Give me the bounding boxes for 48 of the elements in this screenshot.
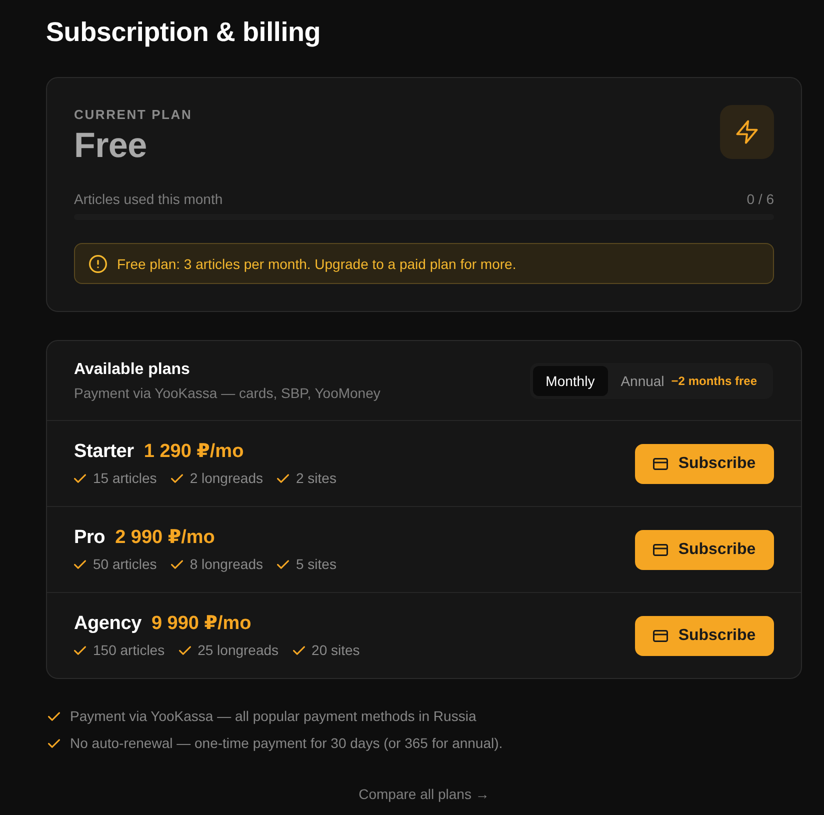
feature-label: 15 articles	[93, 469, 157, 487]
billing-period-tab[interactable]: Monthly	[532, 366, 608, 396]
feature-label: 20 sites	[312, 641, 360, 659]
plan-name: Pro	[74, 526, 106, 550]
subscribe-button[interactable]: Subscribe	[635, 616, 774, 656]
feature-label: 2 longreads	[190, 469, 263, 487]
lightning-icon	[720, 105, 774, 159]
discount-label: −2 months free	[671, 374, 757, 388]
subscribe-button[interactable]: Subscribe	[635, 444, 774, 484]
credit-card-icon	[653, 630, 668, 642]
usage-label: Articles used this month	[74, 190, 223, 208]
feature-label: 25 longreads	[198, 641, 279, 659]
plan-name: Starter	[74, 440, 134, 464]
check-icon	[170, 474, 183, 482]
check-icon	[74, 560, 86, 568]
check-icon	[48, 738, 60, 748]
plan-label: CURRENT PLAN	[74, 107, 192, 123]
feature-label: 150 articles	[93, 641, 165, 659]
alert-text: Free plan: 3 articles per month. Upgrade to a paid plan for more.	[117, 254, 516, 272]
compare-plans-link[interactable]: Compare all plans →	[358, 785, 490, 803]
section-subtitle: Payment via YooKassa — cards, SBP, YooMoney	[74, 384, 380, 402]
check-icon	[74, 474, 86, 482]
plan-price: 2 990 ₽/mo	[115, 526, 215, 550]
feature-label: 8 longreads	[190, 555, 263, 573]
section-title: Available plans	[74, 360, 191, 380]
plan-name: Agency	[74, 612, 142, 636]
credit-card-icon	[653, 458, 668, 470]
check-icon	[48, 712, 60, 720]
alert-icon	[89, 254, 107, 272]
feature-label: 5 sites	[296, 555, 336, 573]
feature-label: 2 sites	[296, 469, 336, 487]
check-icon	[292, 646, 305, 654]
check-icon	[170, 560, 183, 568]
usage-count: 0 / 6	[746, 190, 774, 208]
plan-name: Free	[74, 127, 148, 165]
note-text: Payment via YooKassa — all popular payment methods in Russia	[70, 707, 476, 725]
billing-period-tab[interactable]: Annual −2 months free	[608, 366, 770, 396]
check-icon	[276, 560, 289, 568]
plan-price: 9 990 ₽/mo	[151, 612, 252, 636]
page-title: Subscription & billing	[46, 16, 322, 49]
check-icon	[276, 474, 289, 482]
note-text: No auto-renewal — one-time payment for 30 days (or 365 for annual).	[70, 734, 503, 752]
check-icon	[178, 646, 191, 654]
plan-price: 1 290 ₽/mo	[144, 440, 244, 464]
check-icon	[74, 646, 86, 654]
subscribe-button[interactable]: Subscribe	[635, 530, 774, 570]
credit-card-icon	[653, 544, 668, 556]
feature-label: 50 articles	[93, 555, 157, 573]
